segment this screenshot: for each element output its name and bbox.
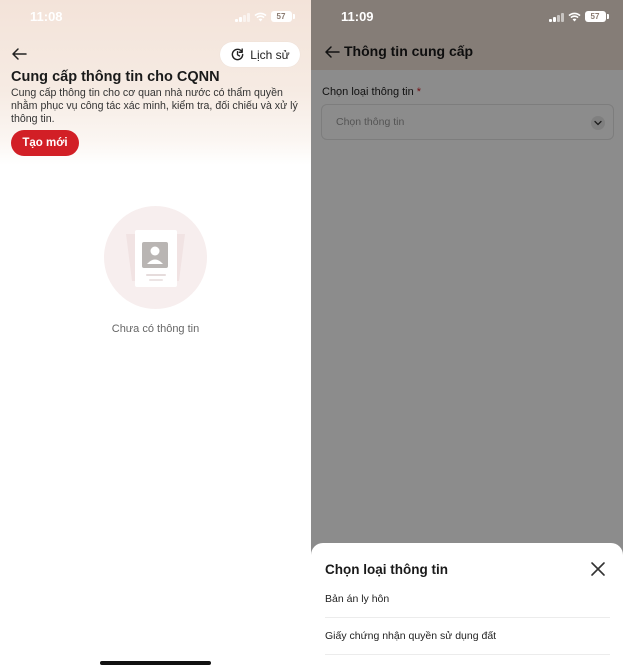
wifi-icon <box>253 12 267 21</box>
sheet-option-label: Bản án ly hôn <box>325 593 390 605</box>
bottom-sheet: Chọn loại thông tin Bản án ly hôn Giấy c… <box>311 543 623 669</box>
signal-icon <box>549 12 564 22</box>
screenshot-pair: 11:08 57 Lịch sử Cung cấp thông tin cho … <box>0 0 623 669</box>
system-icons: 57 <box>549 11 609 22</box>
right-screen: Thông tin cung cấp Chọn loại thông tin *… <box>311 0 623 669</box>
sheet-option-label: Giấy chứng nhận quyền sử dụng đất <box>325 630 497 642</box>
status-bar: 11:09 57 <box>311 9 623 25</box>
left-screen: 11:08 57 Lịch sử Cung cấp thông tin cho … <box>0 0 311 669</box>
battery-icon: 57 <box>584 11 609 22</box>
empty-state-illustration <box>104 206 207 309</box>
wifi-icon <box>567 12 581 21</box>
battery-icon: 57 <box>270 11 295 22</box>
status-time: 11:09 <box>341 9 374 24</box>
back-arrow-icon[interactable] <box>10 46 28 62</box>
home-indicator <box>100 661 211 665</box>
system-icons: 57 <box>235 11 295 22</box>
sheet-option-divorce-judgment[interactable]: Bản án ly hôn <box>325 581 610 618</box>
history-icon <box>231 48 244 61</box>
history-button[interactable]: Lịch sử <box>220 42 300 67</box>
create-new-button[interactable]: Tạo mới <box>11 130 79 156</box>
page-description: Cung cấp thông tin cho cơ quan nhà nước … <box>11 87 298 125</box>
sheet-title: Chọn loại thông tin <box>325 562 448 577</box>
history-button-label: Lịch sử <box>250 47 290 62</box>
sheet-option-land-use-certificate[interactable]: Giấy chứng nhận quyền sử dụng đất <box>325 618 610 655</box>
document-profile-icon <box>126 230 185 287</box>
close-icon[interactable] <box>590 561 606 577</box>
empty-state-text: Chưa có thông tin <box>111 323 200 335</box>
status-bar: 11:08 57 <box>0 9 311 25</box>
page-title: Cung cấp thông tin cho CQNN <box>11 69 220 85</box>
signal-icon <box>235 12 250 22</box>
status-time: 11:08 <box>30 9 63 24</box>
